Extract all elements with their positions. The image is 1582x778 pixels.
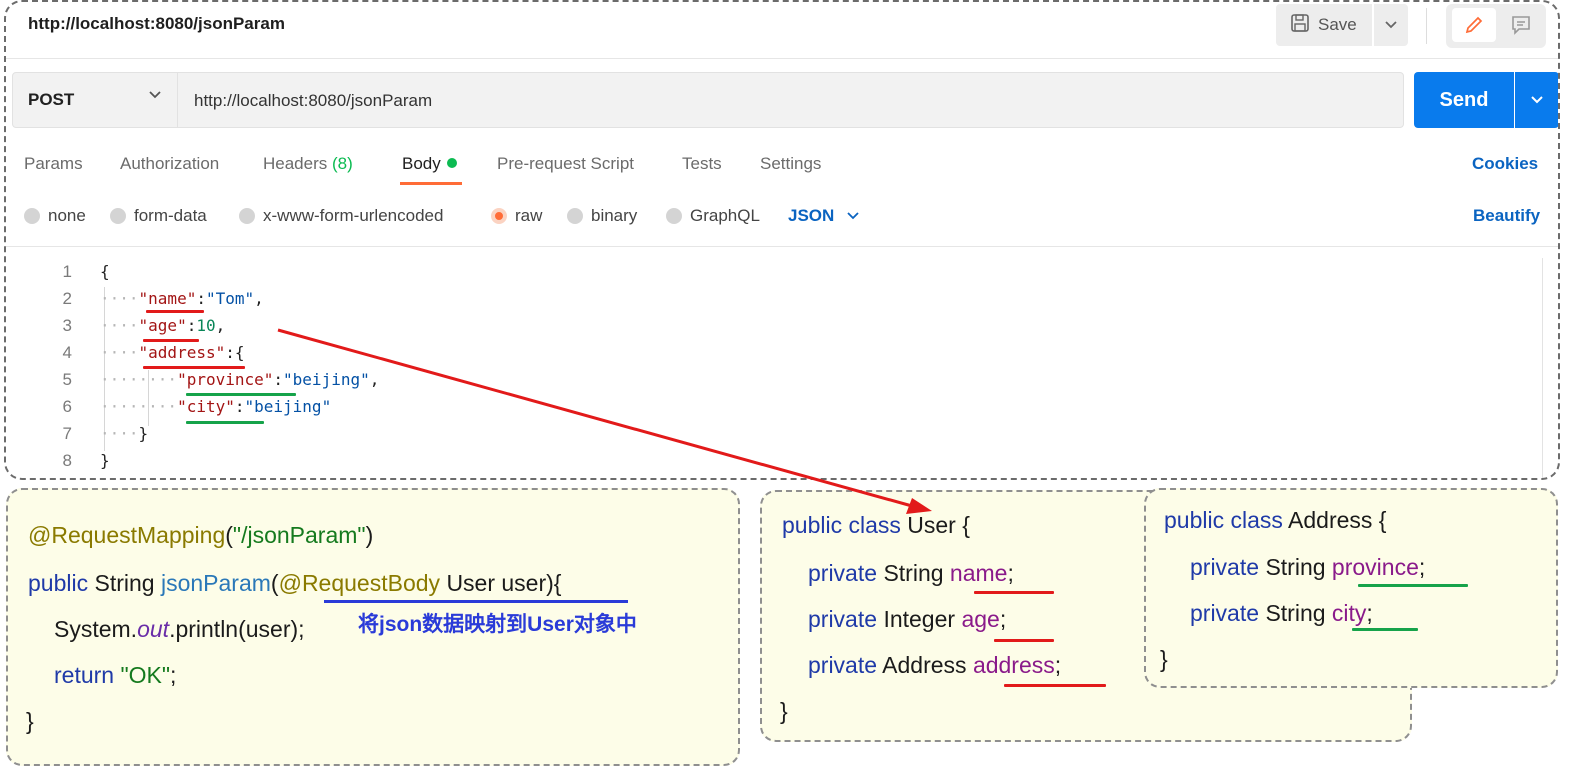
mapping-arrow bbox=[277, 328, 932, 514]
